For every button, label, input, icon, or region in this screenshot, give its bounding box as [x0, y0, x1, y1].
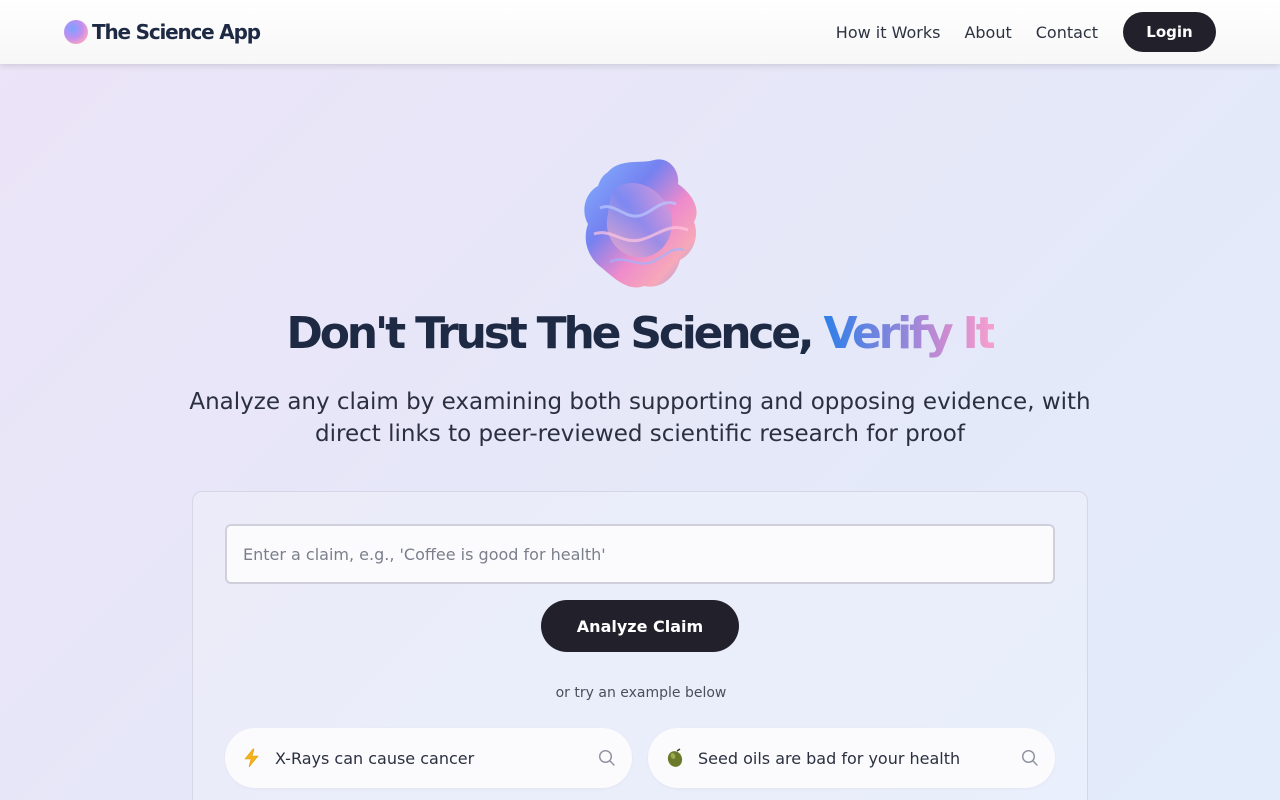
hero-subtitle: Analyze any claim by examining both supp…: [189, 389, 1091, 447]
claim-form-card: Analyze Claim or try an example below X-…: [192, 491, 1088, 800]
brand-name: The Science App: [92, 20, 261, 44]
lightning-icon: [241, 748, 263, 768]
nav-link-contact[interactable]: Contact: [1036, 23, 1098, 42]
search-icon: [598, 749, 615, 766]
search-icon: [1021, 749, 1038, 766]
claim-input[interactable]: [225, 524, 1055, 584]
nav-menu: How it Works About Contact Login: [812, 12, 1216, 52]
nav-link-about[interactable]: About: [964, 23, 1011, 42]
brand-orb-icon: [64, 20, 88, 44]
example-chip-xrays[interactable]: X-Rays can cause cancer: [225, 728, 632, 788]
analyze-claim-button[interactable]: Analyze Claim: [541, 600, 739, 652]
brand-logo-link[interactable]: The Science App: [64, 20, 261, 44]
example-chip-seed-oils[interactable]: Seed oils are bad for your health: [648, 728, 1055, 788]
hero-headline: Don't Trust The Science, Verify It: [0, 304, 1280, 364]
top-navbar: The Science App How it Works About Conta…: [0, 0, 1280, 64]
hero-abstract-blob-image: [584, 159, 697, 288]
example-chip-label: X-Rays can cause cancer: [275, 748, 475, 768]
example-hint: or try an example below: [555, 685, 727, 701]
login-button[interactable]: Login: [1123, 12, 1216, 52]
nav-link-how-it-works[interactable]: How it Works: [836, 23, 941, 42]
olive-icon: [664, 748, 686, 768]
headline-accent-text: Verify It: [823, 308, 997, 359]
headline-main-text: Don't Trust The Science,: [286, 308, 824, 359]
example-chip-label: Seed oils are bad for your health: [698, 748, 961, 768]
